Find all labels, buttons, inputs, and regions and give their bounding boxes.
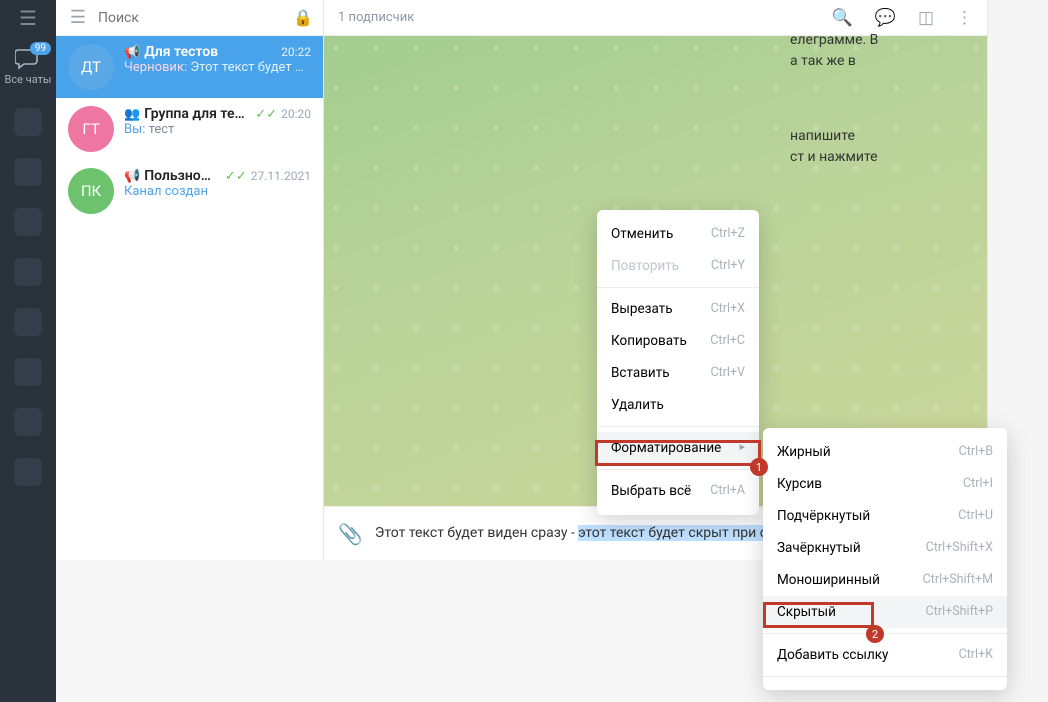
- context-menu-edit: ОтменитьCtrl+Z ПовторитьCtrl+Y ВырезатьC…: [597, 210, 759, 515]
- rail-slot[interactable]: [14, 158, 42, 186]
- rail-slot[interactable]: [14, 258, 42, 286]
- ctx-add-link[interactable]: Добавить ссылкуCtrl+K: [763, 639, 1007, 671]
- chat-name: Для тестов: [144, 44, 277, 60]
- subscribers-label: 1 подписчик: [338, 10, 832, 25]
- rail-menu-icon[interactable]: ☰: [0, 0, 56, 36]
- chat-item[interactable]: ПК 📢 Пользно… ✓✓ 27.11.2021 Канал создан: [56, 160, 323, 222]
- attach-icon[interactable]: 📎: [338, 522, 363, 546]
- ctx-bold[interactable]: ЖирныйCtrl+B: [763, 436, 1007, 468]
- annotation-badge-1: 1: [750, 458, 768, 476]
- context-menu-formatting: ЖирныйCtrl+B КурсивCtrl+I ПодчёркнутыйCt…: [763, 428, 1007, 690]
- channel-icon: 📢: [124, 169, 140, 184]
- annotation-highlight-1: [595, 440, 761, 466]
- ctx-underline[interactable]: ПодчёркнутыйCtrl+U: [763, 500, 1007, 532]
- sidepanel-icon[interactable]: ◫: [918, 8, 934, 28]
- more-icon[interactable]: ⋮: [956, 8, 973, 28]
- lock-icon[interactable]: 🔒: [293, 8, 313, 27]
- separator: [763, 676, 1007, 677]
- chat-item[interactable]: ГТ 👥 Группа для те… ✓✓ 20:20 Вы: тест: [56, 98, 323, 160]
- rail-slot[interactable]: [14, 408, 42, 436]
- rail-slot[interactable]: [14, 108, 42, 136]
- chat-item-active[interactable]: ДТ 📢 Для тестов 20:22 Черновик: Этот тек…: [56, 36, 323, 98]
- rail-all-chats[interactable]: 99 Все чаты: [5, 48, 52, 86]
- separator: [597, 426, 759, 427]
- chat-time: 20:22: [281, 45, 311, 59]
- rail-slot[interactable]: [14, 308, 42, 336]
- chat-preview: Канал создан: [124, 184, 311, 199]
- comments-icon[interactable]: 💬: [875, 8, 896, 28]
- background-article-text: елеграмме. В а так же в напишите ст и на…: [790, 30, 990, 168]
- app-rail: ☰ 99 Все чаты: [0, 0, 56, 702]
- rail-all-chats-label: Все чаты: [5, 73, 52, 86]
- ctx-monospace[interactable]: МоноширинныйCtrl+Shift+M: [763, 564, 1007, 596]
- ctx-italic[interactable]: КурсивCtrl+I: [763, 468, 1007, 500]
- ctx-paste[interactable]: ВставитьCtrl+V: [597, 357, 759, 389]
- separator: [597, 287, 759, 288]
- separator: [597, 469, 759, 470]
- chat-name: Группа для те…: [144, 106, 251, 122]
- search-input[interactable]: [98, 10, 281, 26]
- separator: [763, 633, 1007, 634]
- read-checks-icon: ✓✓: [255, 107, 277, 122]
- avatar: ПК: [68, 168, 114, 214]
- chat-preview: Черновик: Этот текст будет …: [124, 60, 311, 75]
- read-checks-icon: ✓✓: [225, 169, 247, 184]
- menu-icon[interactable]: ☰: [66, 7, 90, 28]
- rail-slot[interactable]: [14, 358, 42, 386]
- avatar: ГТ: [68, 106, 114, 152]
- ctx-undo[interactable]: ОтменитьCtrl+Z: [597, 218, 759, 250]
- ctx-select-all[interactable]: Выбрать всёCtrl+A: [597, 475, 759, 507]
- unread-badge: 99: [30, 42, 51, 55]
- ctx-copy[interactable]: КопироватьCtrl+C: [597, 325, 759, 357]
- chat-time: 27.11.2021: [251, 169, 311, 183]
- chat-time: 20:20: [281, 107, 311, 121]
- ctx-redo: ПовторитьCtrl+Y: [597, 250, 759, 282]
- annotation-highlight-2: [763, 602, 874, 628]
- search-row: ☰ 🔒: [56, 0, 323, 36]
- channel-icon: 📢: [124, 45, 140, 60]
- ctx-strikethrough[interactable]: ЗачёркнутыйCtrl+Shift+X: [763, 532, 1007, 564]
- group-icon: 👥: [124, 107, 140, 122]
- chat-list-panel: ☰ 🔒 ДТ 📢 Для тестов 20:22 Черновик: Этот…: [56, 0, 324, 560]
- rail-slot[interactable]: [14, 208, 42, 236]
- chat-name: Пользно…: [144, 168, 221, 184]
- rail-slot[interactable]: [14, 458, 42, 486]
- search-icon[interactable]: 🔍: [832, 8, 853, 28]
- annotation-badge-2: 2: [866, 625, 884, 643]
- ctx-cut[interactable]: ВырезатьCtrl+X: [597, 293, 759, 325]
- avatar: ДТ: [68, 44, 114, 90]
- ctx-delete[interactable]: Удалить: [597, 389, 759, 421]
- chat-preview: Вы: тест: [124, 122, 311, 137]
